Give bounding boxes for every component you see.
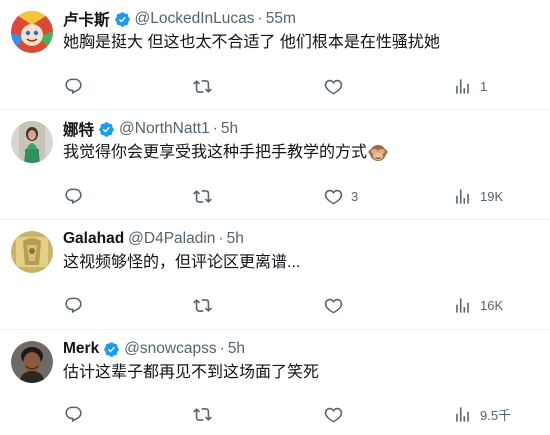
heart-icon bbox=[324, 189, 343, 204]
display-name[interactable]: Merk bbox=[63, 340, 99, 358]
user-handle[interactable]: @LockedInLucas bbox=[135, 10, 255, 28]
like-button[interactable] bbox=[324, 399, 351, 429]
views-count: 9.5千 bbox=[480, 407, 512, 423]
reply-feed: 卢卡斯 @LockedInLucas · 55m 她胸是挺大 但这也太不合适了 … bbox=[0, 0, 550, 435]
views-button[interactable]: 9.5千 bbox=[453, 399, 511, 429]
views-button[interactable]: 16K bbox=[453, 290, 503, 320]
tweet-text-row: 我觉得你会更享受我这种手把手教学的方式 bbox=[63, 142, 388, 164]
avatar[interactable] bbox=[11, 121, 53, 163]
display-name[interactable]: Galahad bbox=[63, 230, 124, 248]
heart-icon bbox=[324, 79, 343, 94]
timestamp[interactable]: 5h bbox=[221, 120, 238, 138]
views-chart-icon bbox=[456, 78, 469, 94]
verified-badge-icon bbox=[104, 341, 119, 357]
separator-dot: · bbox=[219, 340, 225, 357]
reply-button[interactable] bbox=[64, 290, 91, 320]
tweet-text: 她胸是挺大 但这也太不合适了 他们根本是在性骚扰她 bbox=[63, 34, 440, 51]
tweet-header: Merk @snowcapss · 5h bbox=[63, 338, 245, 360]
avatar[interactable] bbox=[11, 11, 53, 53]
reply-icon bbox=[65, 78, 82, 94]
see-no-evil-monkey-emoji bbox=[368, 145, 388, 161]
display-name[interactable]: 卢卡斯 bbox=[63, 8, 110, 30]
heart-icon bbox=[324, 298, 343, 313]
views-count: 16K bbox=[480, 297, 504, 313]
heart-icon bbox=[324, 407, 343, 422]
separator-dot: · bbox=[257, 10, 263, 27]
like-button[interactable] bbox=[324, 71, 351, 101]
retweet-icon bbox=[193, 298, 212, 312]
tweet-header: 卢卡斯 @LockedInLucas · 55m bbox=[63, 8, 296, 30]
views-chart-icon bbox=[456, 188, 469, 204]
views-button[interactable]: 19K bbox=[453, 181, 503, 211]
views-chart-icon bbox=[456, 297, 469, 313]
tweet[interactable]: Merk @snowcapss · 5h 估计这辈子都再见不到这场面了笑死 9.… bbox=[0, 330, 550, 435]
retweet-button[interactable] bbox=[193, 399, 220, 429]
reply-icon bbox=[65, 188, 82, 204]
retweet-icon bbox=[193, 79, 212, 93]
separator-dot: · bbox=[218, 230, 224, 247]
user-handle[interactable]: @snowcapss bbox=[124, 340, 216, 358]
timestamp[interactable]: 55m bbox=[266, 10, 296, 28]
tweet[interactable]: 卢卡斯 @LockedInLucas · 55m 她胸是挺大 但这也太不合适了 … bbox=[0, 0, 550, 110]
timestamp[interactable]: 5h bbox=[227, 230, 244, 248]
retweet-icon bbox=[193, 189, 212, 203]
retweet-icon bbox=[193, 407, 212, 421]
user-handle[interactable]: @NorthNatt1 bbox=[119, 120, 210, 138]
action-bar: 16K bbox=[56, 290, 546, 320]
views-button[interactable]: 1 bbox=[453, 71, 487, 101]
avatar[interactable] bbox=[11, 231, 53, 273]
retweet-button[interactable] bbox=[193, 290, 220, 320]
reply-button[interactable] bbox=[64, 181, 91, 211]
like-button[interactable]: 3 bbox=[324, 181, 358, 211]
like-count: 3 bbox=[351, 188, 359, 204]
action-bar: 9.5千 bbox=[56, 399, 546, 429]
action-bar: 3 19K bbox=[56, 181, 546, 211]
tweet-header: 娜特 @NorthNatt1 · 5h bbox=[63, 118, 238, 140]
tweet-header: Galahad @D4Paladin · 5h bbox=[63, 228, 244, 250]
retweet-button[interactable] bbox=[193, 181, 220, 211]
reply-button[interactable] bbox=[64, 71, 91, 101]
timestamp[interactable]: 5h bbox=[228, 340, 245, 358]
verified-badge-icon bbox=[99, 121, 114, 137]
like-button[interactable] bbox=[324, 290, 351, 320]
avatar[interactable] bbox=[11, 341, 53, 383]
tweet-text: 我觉得你会更享受我这种手把手教学的方式 bbox=[63, 144, 368, 161]
retweet-button[interactable] bbox=[193, 71, 220, 101]
tweet-text: 估计这辈子都再见不到这场面了笑死 bbox=[63, 364, 320, 381]
display-name[interactable]: 娜特 bbox=[63, 118, 94, 140]
verified-badge-icon bbox=[114, 11, 130, 27]
reply-button[interactable] bbox=[64, 399, 91, 429]
tweet[interactable]: Galahad @D4Paladin · 5h 这视频够怪的，但评论区更离谱..… bbox=[0, 220, 550, 330]
separator-dot: · bbox=[212, 120, 218, 137]
views-count: 19K bbox=[480, 188, 504, 204]
action-bar: 1 bbox=[56, 71, 546, 101]
user-handle[interactable]: @D4Paladin bbox=[128, 230, 215, 248]
views-chart-icon bbox=[456, 406, 469, 422]
reply-icon bbox=[65, 297, 82, 313]
views-count: 1 bbox=[480, 78, 488, 94]
tweet-text: 这视频够怪的，但评论区更离谱... bbox=[63, 254, 301, 271]
tweet[interactable]: 娜特 @NorthNatt1 · 5h 我觉得你会更享受我这种手把手教学的方式 bbox=[0, 110, 550, 220]
reply-icon bbox=[65, 406, 82, 422]
